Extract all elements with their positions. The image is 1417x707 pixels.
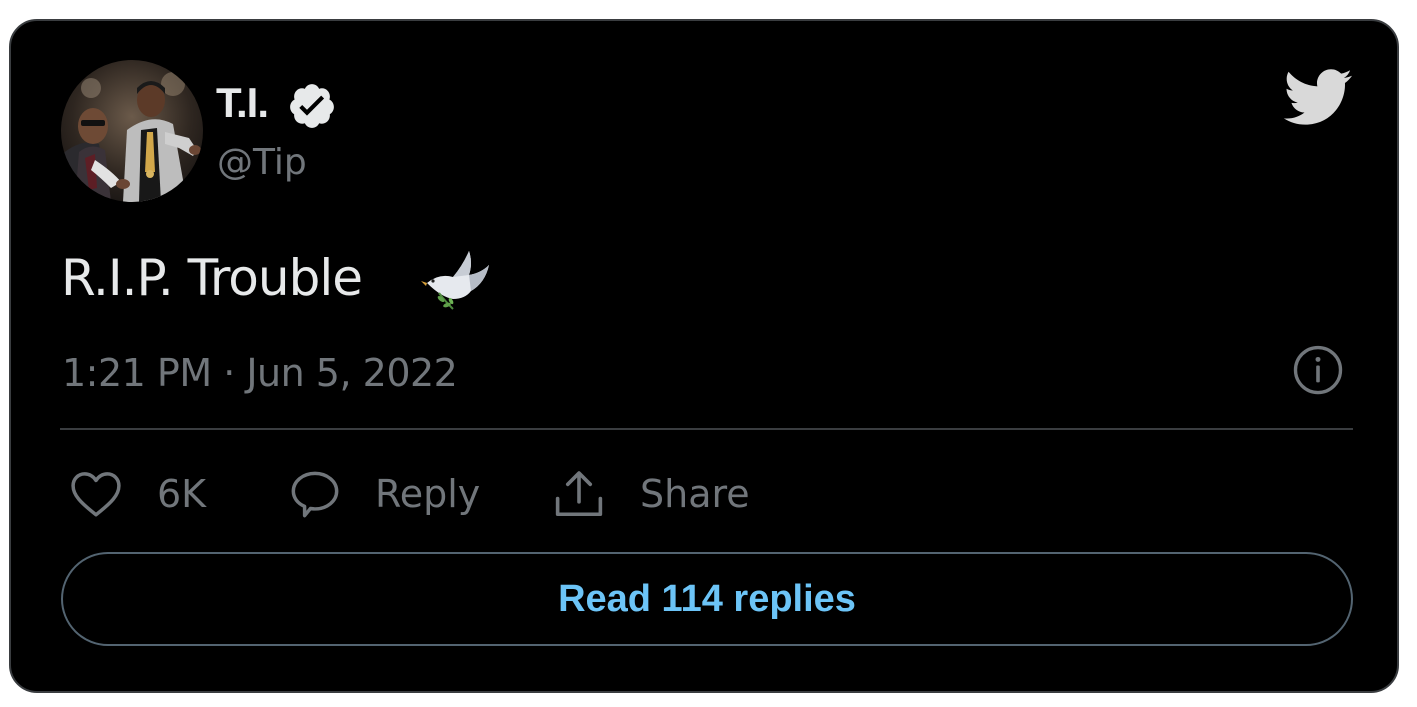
like-button[interactable]: 6K <box>69 464 206 524</box>
speech-bubble-icon <box>291 471 339 518</box>
avatar-photo <box>61 60 203 202</box>
heart-icon <box>71 472 121 517</box>
reply-label: Reply <box>375 472 481 516</box>
tweet-text: R.I.P. Trouble <box>61 249 363 307</box>
verified-badge-icon <box>290 84 334 128</box>
tweet-card: T.I. @Tip R.I.P. Trouble 1:21 PM · Jun 5… <box>9 19 1399 693</box>
reply-button[interactable]: Reply <box>289 464 480 524</box>
share-button[interactable]: Share <box>552 464 750 524</box>
read-replies-label: Read 114 replies <box>558 577 856 620</box>
display-name[interactable]: T.I. <box>216 77 269 129</box>
read-replies-button[interactable]: Read 114 replies <box>61 552 1353 646</box>
twitter-bird-icon[interactable] <box>1281 67 1353 127</box>
divider <box>60 428 1353 430</box>
dove-emoji <box>421 251 489 310</box>
avatar[interactable] <box>61 60 203 202</box>
like-count: 6K <box>157 472 207 516</box>
share-upload-icon <box>555 471 603 517</box>
user-handle[interactable]: @Tip <box>217 139 307 187</box>
tweet-timestamp[interactable]: 1:21 PM · Jun 5, 2022 <box>62 348 458 398</box>
info-icon[interactable] <box>1291 343 1345 397</box>
share-label: Share <box>640 472 750 516</box>
